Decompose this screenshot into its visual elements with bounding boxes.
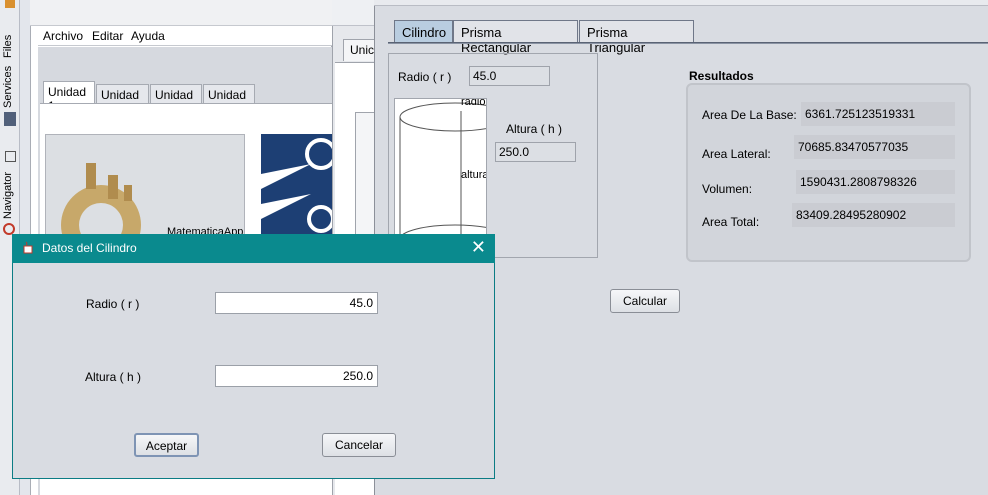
ide-tab-services-label: Services — [2, 65, 14, 108]
datos-cilindro-dialog — [12, 234, 495, 479]
calcular-button[interactable]: Calcular — [610, 289, 680, 313]
dialog-radio-input[interactable]: 45.0 — [215, 292, 378, 314]
radio-label: Radio ( r ) — [398, 70, 452, 84]
resultados-title: Resultados — [689, 69, 754, 83]
middle-window-tab[interactable]: Unic — [343, 39, 377, 61]
ide-top-icon[interactable] — [0, 0, 20, 12]
tab-unidad-4[interactable]: Unidad 4 — [203, 84, 255, 116]
university-logo-icon — [261, 134, 332, 244]
tab-cilindro[interactable]: Cilindro — [394, 20, 453, 43]
radio-field[interactable]: 45.0 — [469, 66, 550, 86]
tab-prisma-triangular[interactable]: Prisma Triangular — [579, 20, 694, 55]
dialog-altura-label: Altura ( h ) — [85, 370, 142, 384]
area-total-value: 83409.28495280902 — [792, 203, 955, 227]
dialog-titlebar: Datos del Cilindro ✕ — [12, 234, 495, 263]
tab-prisma-rectangular[interactable]: Prisma Rectangular — [453, 20, 578, 55]
services-icon — [4, 112, 16, 126]
area-base-label: Area De La Base: — [702, 108, 797, 122]
ide-tab-files-label: Files — [2, 34, 14, 58]
tab-divider — [388, 42, 988, 44]
area-lateral-label: Area Lateral: — [702, 147, 771, 161]
volumen-label: Volumen: — [702, 182, 753, 196]
area-base-value: 6361.725123519331 — [801, 102, 955, 126]
back-menubar: Archivo Editar Ayuda — [38, 26, 332, 46]
area-lateral-value: 70685.83470577035 — [794, 135, 955, 159]
ide-tab-services[interactable]: Services — [0, 64, 20, 130]
middle-window-titlebar — [332, 0, 376, 26]
altura-label: Altura ( h ) — [506, 122, 563, 136]
ide-tab-navigator[interactable]: Navigator — [0, 145, 20, 235]
dialog-title: Datos del Cilindro — [42, 241, 137, 255]
tab-unidad-1[interactable]: Unidad 1 — [43, 81, 95, 113]
middle-window-image-fragment — [355, 112, 376, 252]
calculator-titlebar — [374, 0, 988, 6]
diagram-altura-text: altura — [461, 169, 487, 181]
menu-ayuda[interactable]: Ayuda — [131, 29, 165, 43]
altura-field[interactable]: 250.0 — [495, 142, 576, 162]
dialog-radio-label: Radio ( r ) — [86, 297, 140, 311]
navigator-small-icon — [5, 151, 16, 162]
ide-tab-navigator-label: Navigator — [2, 171, 14, 219]
menu-editar[interactable]: Editar — [92, 29, 123, 43]
tab-unidad-3[interactable]: Unidad 3 — [150, 84, 202, 116]
dialog-altura-input[interactable]: 250.0 — [215, 365, 378, 387]
back-window-titlebar — [30, 0, 332, 26]
diagram-radio-text: radio — [461, 98, 486, 108]
aceptar-button[interactable]: Aceptar — [134, 433, 199, 457]
ide-tab-files[interactable]: Files — [0, 12, 20, 64]
java-cup-icon — [23, 241, 33, 254]
volumen-value: 1590431.2808798326 — [796, 170, 955, 194]
tab-unidad-2[interactable]: Unidad 2 — [96, 84, 149, 116]
area-total-label: Area Total: — [702, 215, 760, 229]
menu-archivo[interactable]: Archivo — [43, 29, 83, 43]
cancelar-button[interactable]: Cancelar — [322, 433, 396, 457]
close-icon[interactable]: ✕ — [471, 237, 486, 258]
